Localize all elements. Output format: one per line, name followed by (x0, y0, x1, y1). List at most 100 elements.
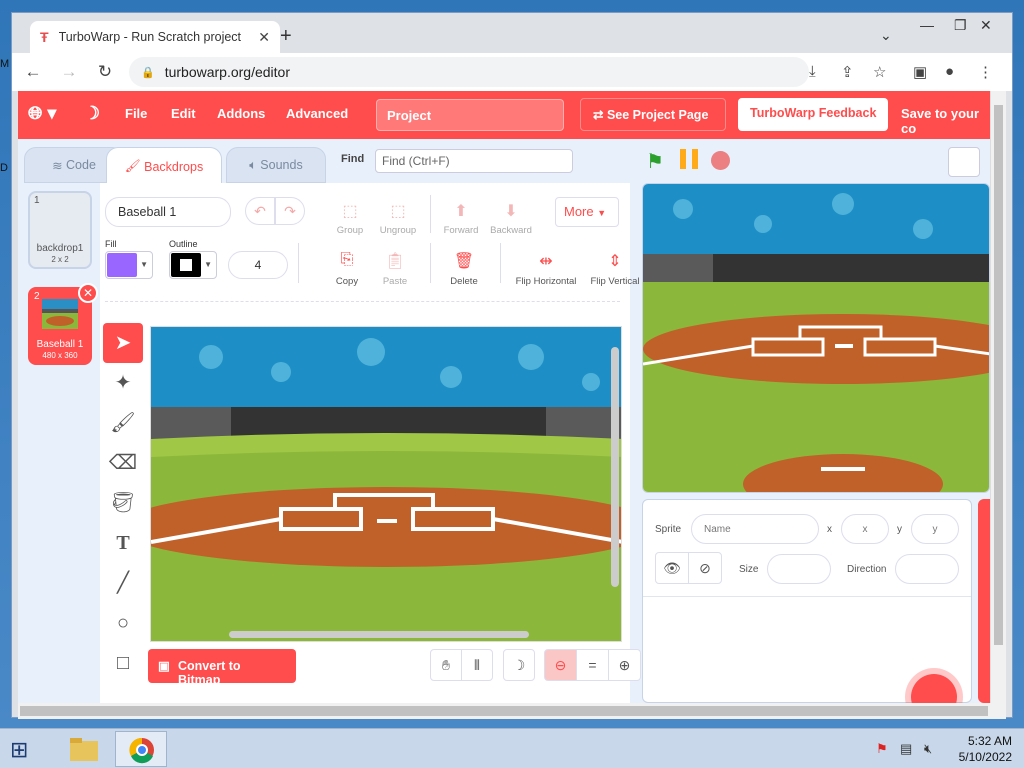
browser-tab[interactable]: Ŧ TurboWarp - Run Scratch project ✕ (30, 21, 280, 53)
see-project-page-button[interactable]: ⇄ See Project Page (580, 98, 726, 131)
convert-to-bitmap-button[interactable]: ▣ Convert to Bitmap (148, 649, 296, 687)
canvas-vertical-scrollbar[interactable] (611, 347, 619, 587)
show-eye-icon[interactable]: 👁︎ (655, 552, 689, 584)
size-input[interactable] (767, 554, 831, 584)
scrollbar-thumb[interactable] (994, 105, 1003, 645)
tab-backdrops-label: Backdrops (144, 159, 204, 174)
close-tab-icon[interactable]: ✕ (258, 29, 270, 46)
tab-sounds[interactable]: 🔈︎ Sounds (226, 147, 326, 183)
circle-tool-icon[interactable]: ○ (103, 603, 143, 643)
x-input[interactable]: x (841, 514, 889, 544)
back-icon[interactable]: ← (18, 62, 48, 82)
menu-file[interactable]: File (125, 106, 147, 121)
paste-icon[interactable]: 📋︎ (380, 251, 410, 271)
share-icon[interactable]: ⇪ (841, 63, 854, 81)
menu-advanced[interactable]: Advanced (286, 106, 348, 121)
file-explorer-icon[interactable] (58, 731, 110, 767)
undo-icon[interactable]: ↶ (245, 197, 275, 225)
address-bar[interactable]: 🔒 turbowarp.org/editor (129, 57, 809, 87)
delete-backdrop-icon[interactable]: ✕ (78, 283, 98, 303)
menu-edit[interactable]: Edit (171, 106, 196, 121)
forward-icon[interactable]: → (54, 62, 84, 82)
fill-color-picker[interactable]: ▼ (105, 251, 153, 279)
system-clock[interactable]: 5:32 AM 5/10/2022 (959, 733, 1012, 765)
text-tool-icon[interactable]: T (103, 523, 143, 563)
backdrop-list: 1 backdrop1 2 x 2 2 Baseball 1 480 x 360… (18, 183, 100, 703)
close-window-button[interactable]: ✕ (980, 17, 992, 34)
flip-vertical-icon[interactable]: ⇕ (600, 251, 630, 271)
outline-color-picker[interactable]: ▼ (169, 251, 217, 279)
backward-icon[interactable]: ⬇ (496, 201, 526, 221)
tab-search-icon[interactable]: ⌄ (880, 27, 892, 44)
y-input[interactable]: y (911, 514, 959, 544)
chrome-taskbar-icon[interactable] (115, 731, 167, 767)
rectangle-tool-icon[interactable]: □ (103, 643, 143, 683)
side-panel-icon[interactable]: ▣ (913, 63, 927, 81)
brush-tool-icon[interactable]: 🖌︎ (103, 403, 143, 443)
language-globe-icon[interactable]: 🌐︎ ▾ (28, 103, 56, 124)
reshape-tool-icon[interactable]: ✦ (103, 363, 143, 403)
fill-tool-icon[interactable]: 🪣︎ (103, 483, 143, 523)
backdrop-item[interactable]: 1 backdrop1 2 x 2 (28, 191, 92, 269)
profile-icon[interactable]: ● (945, 63, 954, 80)
theme-moon-icon[interactable]: ☽ (84, 103, 100, 124)
moon-icon[interactable]: ☽ (503, 649, 535, 681)
direction-label: Direction (847, 564, 887, 575)
zoom-reset-button[interactable]: = (576, 649, 609, 681)
select-tool-icon[interactable]: ➤ (103, 323, 143, 363)
pause-icon[interactable] (680, 149, 700, 169)
tab-backdrops[interactable]: 🖌︎ Backdrops (106, 147, 222, 185)
eraser-tool-icon[interactable]: ⌫ (103, 443, 143, 483)
zoom-in-icon[interactable]: ⊕ (608, 649, 641, 681)
paint-canvas[interactable] (150, 326, 622, 642)
flip-horizontal-icon[interactable]: ⇹ (531, 251, 561, 271)
minimize-button[interactable]: — (920, 17, 934, 33)
code-icon: ≋ (52, 158, 63, 173)
more-button[interactable]: More ▼ (555, 197, 619, 227)
project-title-input[interactable]: Project (376, 99, 564, 131)
network-icon[interactable]: ▤ (900, 741, 912, 757)
stage[interactable] (642, 183, 990, 493)
bookmark-star-icon[interactable]: ☆ (873, 63, 886, 81)
volume-muted-icon[interactable]: 🔇︎ (924, 741, 932, 757)
forward-icon[interactable]: ⬆ (446, 201, 476, 221)
backdrop-item-selected[interactable]: 2 Baseball 1 480 x 360 ✕ (28, 283, 98, 365)
menu-kebab-icon[interactable]: ⋮ (978, 63, 993, 81)
new-tab-button[interactable]: + (280, 25, 292, 48)
scrollbar-thumb[interactable] (20, 706, 988, 716)
stage-size-toggle[interactable] (948, 147, 980, 177)
redo-icon[interactable]: ↷ (275, 197, 305, 225)
sprite-label: Sprite (655, 524, 682, 535)
stroke-width-input[interactable]: 4 (228, 251, 288, 279)
zoom-out-icon[interactable]: ⊖ (544, 649, 577, 681)
page-horizontal-scrollbar[interactable] (18, 703, 1006, 719)
stage-target-pane[interactable] (978, 499, 990, 703)
reload-icon[interactable]: ↻ (90, 62, 120, 82)
windows-start-icon[interactable]: ⊞ (10, 737, 28, 763)
backdrop-dims: 2 x 2 (51, 255, 69, 264)
pan-tool-icon[interactable]: ✋︎ (430, 649, 462, 681)
menu-addons[interactable]: Addons (217, 106, 265, 121)
line-tool-icon[interactable]: ╱ (103, 563, 143, 603)
maximize-button[interactable]: ❐ (954, 17, 967, 34)
sprite-name-input[interactable]: Name (691, 514, 819, 544)
flag-notification-icon[interactable]: ⚑ (876, 741, 888, 757)
ungroup-icon[interactable]: ⬚ (383, 201, 413, 221)
hide-eye-icon[interactable]: ⊘ (688, 552, 722, 584)
ungroup-label: Ungroup (379, 225, 417, 236)
find-input[interactable]: Find (Ctrl+F) (375, 149, 573, 173)
sound-wave-icon[interactable]: ⦀ (461, 649, 493, 681)
green-flag-icon[interactable]: ⚑ (646, 149, 664, 174)
stop-icon[interactable] (711, 151, 730, 170)
save-button[interactable]: Save to your co (901, 106, 990, 136)
feedback-button[interactable]: TurboWarp Feedback (738, 98, 889, 131)
costume-name-input[interactable]: Baseball 1 (105, 197, 231, 227)
group-icon[interactable]: ⬚ (335, 201, 365, 221)
caret-down-icon: ▼ (597, 208, 607, 218)
trash-icon[interactable]: 🗑︎ (449, 251, 479, 271)
direction-input[interactable] (895, 554, 959, 584)
install-icon[interactable]: ⤓ (809, 63, 816, 80)
copy-icon[interactable]: ⎘ (332, 251, 362, 269)
page-vertical-scrollbar[interactable] (990, 91, 1006, 703)
canvas-horizontal-scrollbar[interactable] (229, 631, 529, 638)
